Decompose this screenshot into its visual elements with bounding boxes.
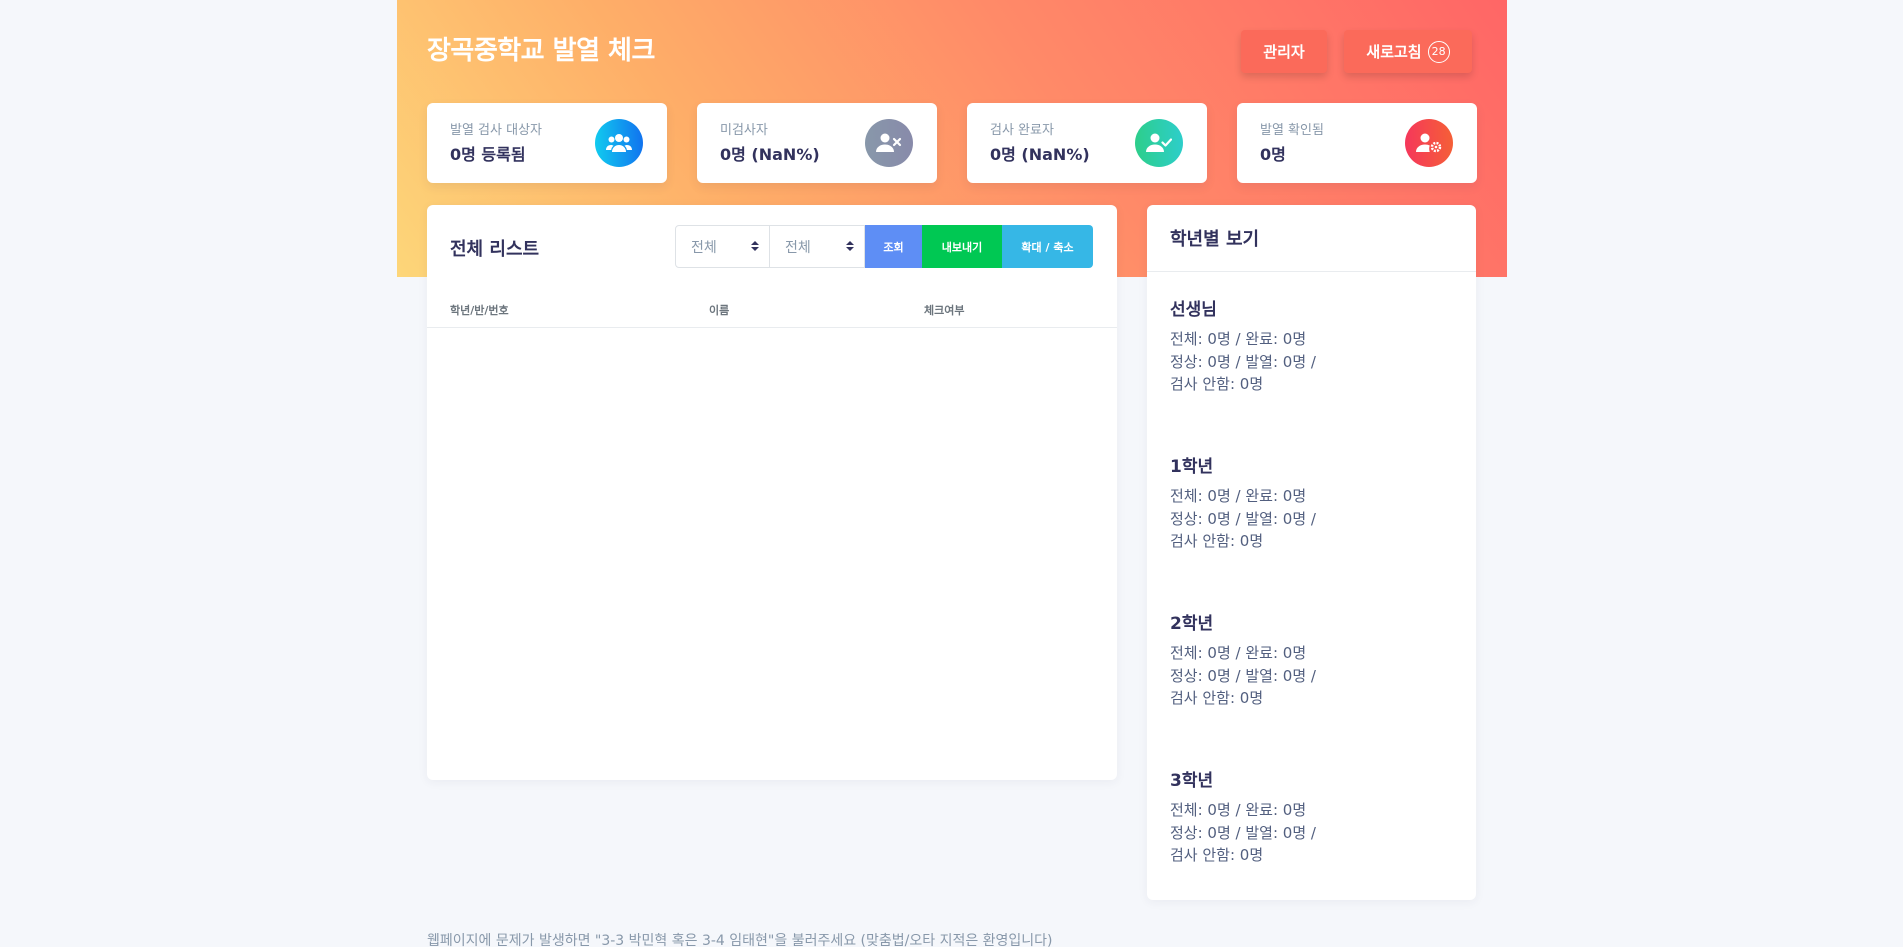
stat-value: 0명 (NaN%): [990, 145, 1090, 164]
grade-summary-card: 학년별 보기 선생님 전체: 0명 / 완료: 0명 정상: 0명 / 발열: …: [1147, 205, 1476, 900]
user-cog-icon: [1405, 119, 1453, 167]
footer-notice: 웹페이지에 문제가 발생하면 "3-3 박민혁 혹은 3-4 임태현"을 불러주…: [427, 933, 1053, 947]
stat-card-fever: 발열 확인됨 0명: [1237, 103, 1477, 183]
stat-label: 미검사자: [720, 123, 768, 138]
grade-group-1: 1학년 전체: 0명 / 완료: 0명 정상: 0명 / 발열: 0명 / 검사…: [1170, 452, 1316, 553]
stat-value: 0명 등록됨: [450, 145, 526, 164]
stat-value: 0명: [1260, 145, 1286, 164]
column-header-check-status[interactable]: 체크여부: [924, 302, 964, 318]
grade-total-line: 전체: 0명 / 완료: 0명: [1170, 801, 1307, 819]
refresh-countdown-badge: 28: [1427, 40, 1450, 63]
page-title: 장곡중학교 발열 체크: [427, 36, 655, 66]
grade-group-2: 2학년 전체: 0명 / 완료: 0명 정상: 0명 / 발열: 0명 / 검사…: [1170, 609, 1316, 710]
grade-unchecked-line: 검사 안함: 0명: [1170, 846, 1264, 864]
class-filter-value: 전체: [785, 239, 811, 256]
stat-label: 발열 검사 대상자: [450, 123, 542, 138]
grade-filter-select[interactable]: 전체: [675, 225, 770, 268]
stat-card-unchecked: 미검사자 0명 (NaN%): [697, 103, 937, 183]
refresh-button-label: 새로고침: [1366, 43, 1422, 61]
stat-value: 0명 (NaN%): [720, 145, 820, 164]
grade-total-line: 전체: 0명 / 완료: 0명: [1170, 487, 1307, 505]
admin-button[interactable]: 관리자: [1241, 30, 1327, 73]
stat-card-targets: 발열 검사 대상자 0명 등록됨: [427, 103, 667, 183]
users-icon: [595, 119, 643, 167]
class-filter-select[interactable]: 전체: [770, 225, 865, 268]
grade-filter-value: 전체: [691, 239, 717, 256]
grade-unchecked-line: 검사 안함: 0명: [1170, 375, 1264, 393]
column-header-class-number[interactable]: 학년/반/번호: [450, 302, 509, 318]
grade-name: 선생님: [1170, 300, 1217, 320]
grade-group-teachers: 선생님 전체: 0명 / 완료: 0명 정상: 0명 / 발열: 0명 / 검사…: [1170, 295, 1316, 396]
table-header-divider: [427, 327, 1117, 328]
user-check-icon: [1135, 119, 1183, 167]
export-button[interactable]: 내보내기: [922, 225, 1002, 268]
grade-total-line: 전체: 0명 / 완료: 0명: [1170, 644, 1307, 662]
select-caret-icon: [751, 241, 759, 251]
grade-group-3: 3학년 전체: 0명 / 완료: 0명 정상: 0명 / 발열: 0명 / 검사…: [1170, 766, 1316, 867]
search-button[interactable]: 조회: [865, 225, 922, 268]
grade-status-line: 정상: 0명 / 발열: 0명 /: [1170, 666, 1316, 685]
student-list-card: 전체 리스트 전체 전체 조회 내보내기 확대 / 축소 학년/반/번호 이름 …: [427, 205, 1117, 780]
grade-status-line: 정상: 0명 / 발열: 0명 /: [1170, 509, 1316, 528]
grade-status-line: 정상: 0명 / 발열: 0명 /: [1170, 352, 1316, 371]
grade-status-line: 정상: 0명 / 발열: 0명 /: [1170, 823, 1316, 842]
grade-summary-title: 학년별 보기: [1147, 205, 1476, 272]
select-caret-icon: [846, 241, 854, 251]
zoom-toggle-button[interactable]: 확대 / 축소: [1002, 225, 1093, 268]
grade-name: 1학년: [1170, 457, 1214, 477]
grade-unchecked-line: 검사 안함: 0명: [1170, 689, 1264, 707]
list-title: 전체 리스트: [450, 239, 540, 260]
grade-name: 3학년: [1170, 771, 1214, 791]
grade-total-line: 전체: 0명 / 완료: 0명: [1170, 330, 1307, 348]
grade-unchecked-line: 검사 안함: 0명: [1170, 532, 1264, 550]
stat-label: 검사 완료자: [990, 123, 1054, 138]
refresh-button[interactable]: 새로고침 28: [1344, 30, 1472, 73]
stat-label: 발열 확인됨: [1260, 123, 1324, 138]
column-header-name[interactable]: 이름: [709, 302, 729, 318]
stat-card-checked: 검사 완료자 0명 (NaN%): [967, 103, 1207, 183]
admin-button-label: 관리자: [1263, 43, 1305, 61]
grade-name: 2학년: [1170, 614, 1214, 634]
user-times-icon: [865, 119, 913, 167]
